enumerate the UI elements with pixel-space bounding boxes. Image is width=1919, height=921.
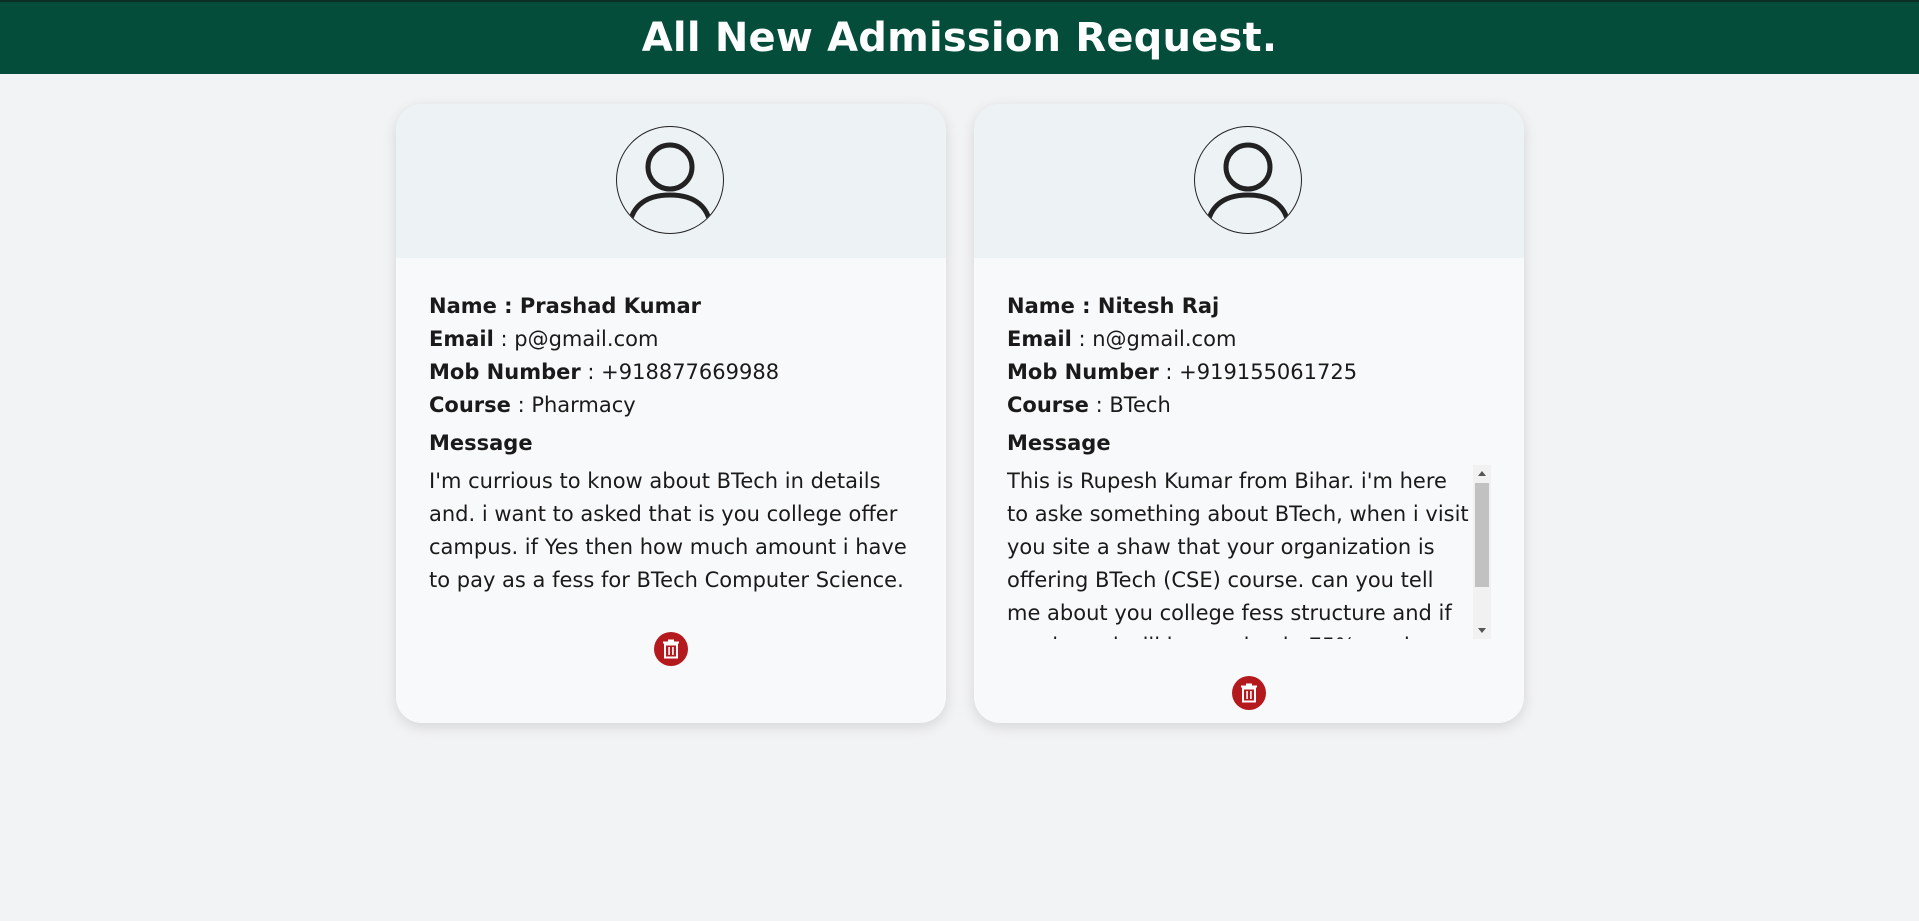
applicant-course: Pharmacy	[531, 393, 636, 417]
separator: :	[1088, 393, 1110, 417]
card-header	[974, 104, 1524, 258]
applicant-message: This is Rupesh Kumar from Bihar. i'm her…	[1007, 469, 1469, 639]
course-label: Course	[429, 393, 511, 417]
message-scrollbar[interactable]	[1473, 465, 1491, 639]
trash-icon	[1241, 683, 1257, 703]
applicant-name: Prashad Kumar	[519, 294, 702, 318]
mobile-row: Mob Number : +918877669988	[429, 356, 913, 389]
delete-button[interactable]	[654, 632, 688, 666]
name-label: Name :	[1007, 294, 1098, 318]
scrollbar-thumb[interactable]	[1475, 483, 1489, 587]
separator: :	[493, 327, 515, 351]
card-body: Name : Nitesh Raj Email : n@gmail.com Mo…	[1007, 290, 1491, 639]
email-row: Email : p@gmail.com	[429, 323, 913, 356]
user-avatar-icon	[616, 126, 724, 234]
name-row: Name : Prashad Kumar	[429, 290, 913, 323]
applicant-email: p@gmail.com	[514, 327, 659, 351]
message-heading: Message	[1007, 431, 1111, 455]
email-row: Email : n@gmail.com	[1007, 323, 1491, 356]
trash-icon	[663, 639, 679, 659]
applicant-mobile: +918877669988	[601, 360, 780, 384]
email-label: Email	[1007, 327, 1072, 351]
scroll-down-icon[interactable]	[1478, 628, 1486, 633]
message-scroll-area[interactable]: This is Rupesh Kumar from Bihar. i'm her…	[1007, 465, 1491, 639]
name-row: Name : Nitesh Raj	[1007, 290, 1491, 323]
email-label: Email	[429, 327, 494, 351]
applicant-message: I'm currious to know about BTech in deta…	[429, 469, 907, 592]
mobile-row: Mob Number : +919155061725	[1007, 356, 1491, 389]
course-label: Course	[1007, 393, 1089, 417]
applicant-mobile: +919155061725	[1179, 360, 1358, 384]
applicant-course: BTech	[1109, 393, 1171, 417]
separator: :	[1071, 327, 1093, 351]
message-heading: Message	[429, 431, 533, 455]
card-header	[396, 104, 946, 258]
applicant-email: n@gmail.com	[1092, 327, 1237, 351]
mobile-label: Mob Number	[429, 360, 581, 384]
separator: :	[510, 393, 532, 417]
course-row: Course : Pharmacy	[429, 389, 913, 422]
scroll-up-icon[interactable]	[1478, 471, 1486, 476]
course-row: Course : BTech	[1007, 389, 1491, 422]
admission-card: Name : Prashad Kumar Email : p@gmail.com…	[396, 104, 946, 723]
applicant-name: Nitesh Raj	[1097, 294, 1220, 318]
separator: :	[1158, 360, 1180, 384]
page-header: All New Admission Request.	[0, 0, 1919, 74]
page-title: All New Admission Request.	[641, 15, 1278, 61]
admission-card: Name : Nitesh Raj Email : n@gmail.com Mo…	[974, 104, 1524, 723]
mobile-label: Mob Number	[1007, 360, 1159, 384]
card-body: Name : Prashad Kumar Email : p@gmail.com…	[429, 290, 913, 597]
user-avatar-icon	[1194, 126, 1302, 234]
name-label: Name :	[429, 294, 520, 318]
delete-button[interactable]	[1232, 676, 1266, 710]
separator: :	[580, 360, 602, 384]
